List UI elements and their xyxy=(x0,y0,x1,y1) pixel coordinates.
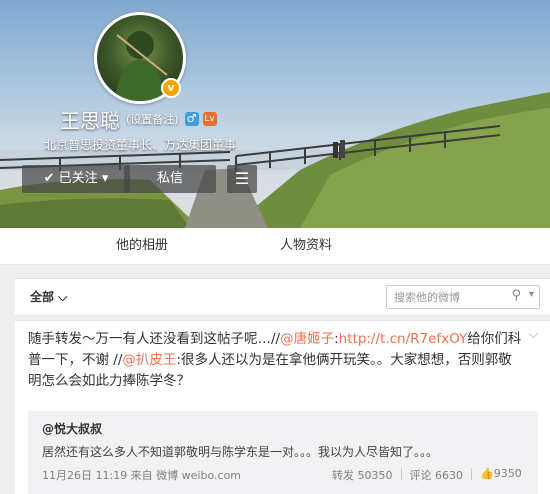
set-remark-link[interactable]: (设置备注) xyxy=(126,111,179,127)
chevron-down-icon[interactable]: ▾ xyxy=(529,289,534,300)
divider xyxy=(400,468,402,480)
cover-banner: v 王思聪 (设置备注) ♂ Lv 北京普思投资董事长、万达集团董事 ✔ 已关注… xyxy=(0,0,550,228)
search-input[interactable] xyxy=(387,286,518,308)
feed-filter-bar: 全部 ⌵ ⚲ ▾ xyxy=(15,278,550,316)
menu-icon[interactable]: ☰ xyxy=(227,165,257,193)
name-row: 王思聪 (设置备注) ♂ Lv xyxy=(60,106,217,133)
search-box: ⚲ ▾ xyxy=(386,285,540,309)
profile-name: 王思聪 xyxy=(60,108,120,133)
post-more-chevron-icon[interactable]: ⌵ xyxy=(529,327,538,342)
male-icon: ♂ xyxy=(184,112,199,126)
like-count-link[interactable]: 👍9350 xyxy=(480,467,522,483)
mention-link[interactable]: @扒皮王 xyxy=(122,352,176,368)
filter-all-dropdown[interactable]: 全部 ⌵ xyxy=(30,279,67,315)
quote-stats: 转发 50350 评论 6630 👍9350 xyxy=(332,467,522,483)
comment-count-link[interactable]: 评论 6630 xyxy=(410,467,464,483)
profile-tabs: 他的相册 人物资料 xyxy=(0,228,550,265)
private-message-button[interactable]: 私信 xyxy=(124,165,216,193)
verified-badge-icon: v xyxy=(161,78,181,98)
post-text-part: 随手转发～万一有人还没看到这帖子呢…// xyxy=(28,331,281,347)
repost-count-link[interactable]: 转发 50350 xyxy=(332,467,393,483)
quote-meta: 11月26日 11:19 来自 微博 weibo.com xyxy=(42,469,242,482)
following-button[interactable]: ✔ 已关注 ▾ xyxy=(22,165,130,193)
url-link[interactable]: http://t.cn/R7efxOY xyxy=(339,331,468,347)
profile-intro: 北京普思投资董事长、万达集团董事 xyxy=(43,138,236,152)
weibo-post: 随手转发～万一有人还没看到这帖子呢…//@唐姬子:http://t.cn/R7e… xyxy=(15,320,550,494)
tab-album[interactable]: 他的相册 xyxy=(116,228,168,264)
tab-profile-info[interactable]: 人物资料 xyxy=(280,228,332,264)
quote-text: 居然还有这么多人不知道郭敬明与陈学东是一对。。。我以为人尽皆知了。。。 xyxy=(42,445,439,459)
divider xyxy=(471,468,472,480)
mention-link[interactable]: @唐姬子 xyxy=(280,331,334,347)
level-icon: Lv xyxy=(202,112,217,126)
quote-author-link[interactable]: @悦大叔叔 xyxy=(42,420,102,437)
quoted-post: @悦大叔叔 居然还有这么多人不知道郭敬明与陈学东是一对。。。我以为人尽皆知了。。… xyxy=(28,411,538,494)
post-text: 随手转发～万一有人还没看到这帖子呢…//@唐姬子:http://t.cn/R7e… xyxy=(28,329,523,392)
search-icon[interactable]: ⚲ xyxy=(511,288,521,303)
